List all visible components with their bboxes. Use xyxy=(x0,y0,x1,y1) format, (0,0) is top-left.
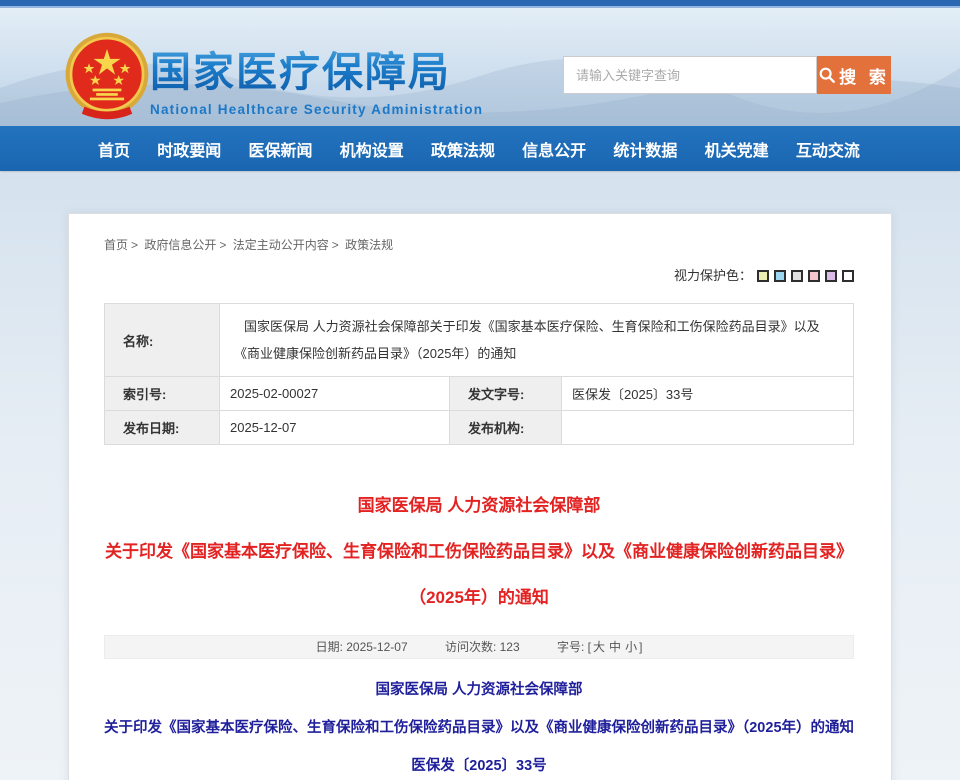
pubdate-value: 2025-12-07 xyxy=(220,411,450,445)
document-info-table: 名称: 国家医保局 人力资源社会保障部关于印发《国家基本医疗保险、生育保险和工伤… xyxy=(104,303,854,445)
nav-item-info-disclosure[interactable]: 信息公开 xyxy=(522,137,586,161)
article-title-line2: 关于印发《国家基本医疗保险、生育保险和工伤保险药品目录》以及《商业健康保险创新药… xyxy=(104,529,854,575)
article-title-line1: 国家医保局 人力资源社会保障部 xyxy=(104,483,854,529)
eye-color-pink[interactable] xyxy=(808,270,820,282)
site-title: 国家医疗保障局 xyxy=(150,38,483,98)
article-title-red: 国家医保局 人力资源社会保障部 关于印发《国家基本医疗保险、生育保险和工伤保险药… xyxy=(104,483,854,621)
font-size-label-close: ] xyxy=(639,640,642,654)
font-size-label: 字号: [ xyxy=(557,640,591,654)
search-bar: 搜 索 xyxy=(563,56,891,94)
nav-item-home[interactable]: 首页 xyxy=(98,137,130,161)
search-button[interactable]: 搜 索 xyxy=(817,56,891,94)
article-title-line3: （2025年）的通知 xyxy=(104,575,854,621)
index-value: 2025-02-00027 xyxy=(220,377,450,411)
article-date: 日期: 2025-12-07 xyxy=(316,640,408,654)
font-size-small[interactable]: 小 xyxy=(625,640,637,654)
nav-item-policy-law[interactable]: 政策法规 xyxy=(431,137,495,161)
table-row: 索引号: 2025-02-00027 发文字号: 医保发〔2025〕33号 xyxy=(105,377,854,411)
article-meta-bar: 日期: 2025-12-07 访问次数: 123 字号: [大中小] xyxy=(104,635,854,659)
eye-color-blue[interactable] xyxy=(774,270,786,282)
breadcrumb-home[interactable]: 首页 xyxy=(104,238,128,252)
breadcrumb-separator: > xyxy=(332,238,339,252)
search-icon xyxy=(818,66,836,84)
nav-item-interaction[interactable]: 互动交流 xyxy=(796,137,860,161)
breadcrumb-policy[interactable]: 政策法规 xyxy=(345,238,393,252)
pubdate-label: 发布日期: xyxy=(105,411,220,445)
docnum-label: 发文字号: xyxy=(450,377,562,411)
search-button-label: 搜 索 xyxy=(839,63,890,88)
nav-item-politics-news[interactable]: 时政要闻 xyxy=(157,137,221,161)
search-input[interactable] xyxy=(563,56,817,94)
site-title-block: 国家医疗保障局 National Healthcare Security Adm… xyxy=(150,38,483,117)
main-navigation: 首页 时政要闻 医保新闻 机构设置 政策法规 信息公开 统计数据 机关党建 互动… xyxy=(0,126,960,171)
agency-label: 发布机构: xyxy=(450,411,562,445)
index-label: 索引号: xyxy=(105,377,220,411)
nav-item-party-building[interactable]: 机关党建 xyxy=(705,137,769,161)
docnum-value: 医保发〔2025〕33号 xyxy=(562,377,854,411)
eye-color-gray[interactable] xyxy=(791,270,803,282)
eye-color-white[interactable] xyxy=(842,270,854,282)
nav-item-statistics[interactable]: 统计数据 xyxy=(613,137,677,161)
national-emblem-logo xyxy=(62,30,152,122)
nav-item-medical-news[interactable]: 医保新闻 xyxy=(248,137,312,161)
breadcrumb: 首页> 政府信息公开> 法定主动公开内容> 政策法规 xyxy=(104,236,854,253)
agency-value xyxy=(562,411,854,445)
breadcrumb-disclosure[interactable]: 法定主动公开内容 xyxy=(233,238,329,252)
doc-title-line3: 医保发〔2025〕33号 xyxy=(104,747,854,780)
doc-title-line1: 国家医保局 人力资源社会保障部 xyxy=(104,671,854,709)
visit-count: 访问次数: 123 xyxy=(445,640,520,654)
font-size-medium[interactable]: 中 xyxy=(609,640,621,654)
doc-title-line2: 关于印发《国家基本医疗保险、生育保险和工伤保险药品目录》以及《商业健康保险创新药… xyxy=(104,709,854,747)
font-size-large[interactable]: 大 xyxy=(593,640,605,654)
breadcrumb-gov-info[interactable]: 政府信息公开 xyxy=(144,238,216,252)
table-row: 名称: 国家医保局 人力资源社会保障部关于印发《国家基本医疗保险、生育保险和工伤… xyxy=(105,304,854,377)
page-background: 首页> 政府信息公开> 法定主动公开内容> 政策法规 视力保护色： 名称: 国家… xyxy=(0,173,960,780)
top-strip xyxy=(0,0,960,8)
eye-protection-label: 视力保护色： xyxy=(674,268,752,283)
eye-protection-row: 视力保护色： xyxy=(104,265,854,283)
font-size-control: 字号: [大中小] xyxy=(557,640,642,654)
site-header: 国家医疗保障局 National Healthcare Security Adm… xyxy=(0,8,960,126)
table-row: 发布日期: 2025-12-07 发布机构: xyxy=(105,411,854,445)
eye-color-purple[interactable] xyxy=(825,270,837,282)
name-label: 名称: xyxy=(105,304,220,377)
name-value: 国家医保局 人力资源社会保障部关于印发《国家基本医疗保险、生育保险和工伤保险药品… xyxy=(220,304,854,377)
breadcrumb-separator: > xyxy=(131,238,138,252)
content-card: 首页> 政府信息公开> 法定主动公开内容> 政策法规 视力保护色： 名称: 国家… xyxy=(68,213,892,780)
nav-item-organization[interactable]: 机构设置 xyxy=(340,137,404,161)
breadcrumb-separator: > xyxy=(219,238,226,252)
document-title-navy: 国家医保局 人力资源社会保障部 关于印发《国家基本医疗保险、生育保险和工伤保险药… xyxy=(104,671,854,780)
eye-color-yellow[interactable] xyxy=(757,270,769,282)
site-subtitle: National Healthcare Security Administrat… xyxy=(150,102,483,117)
